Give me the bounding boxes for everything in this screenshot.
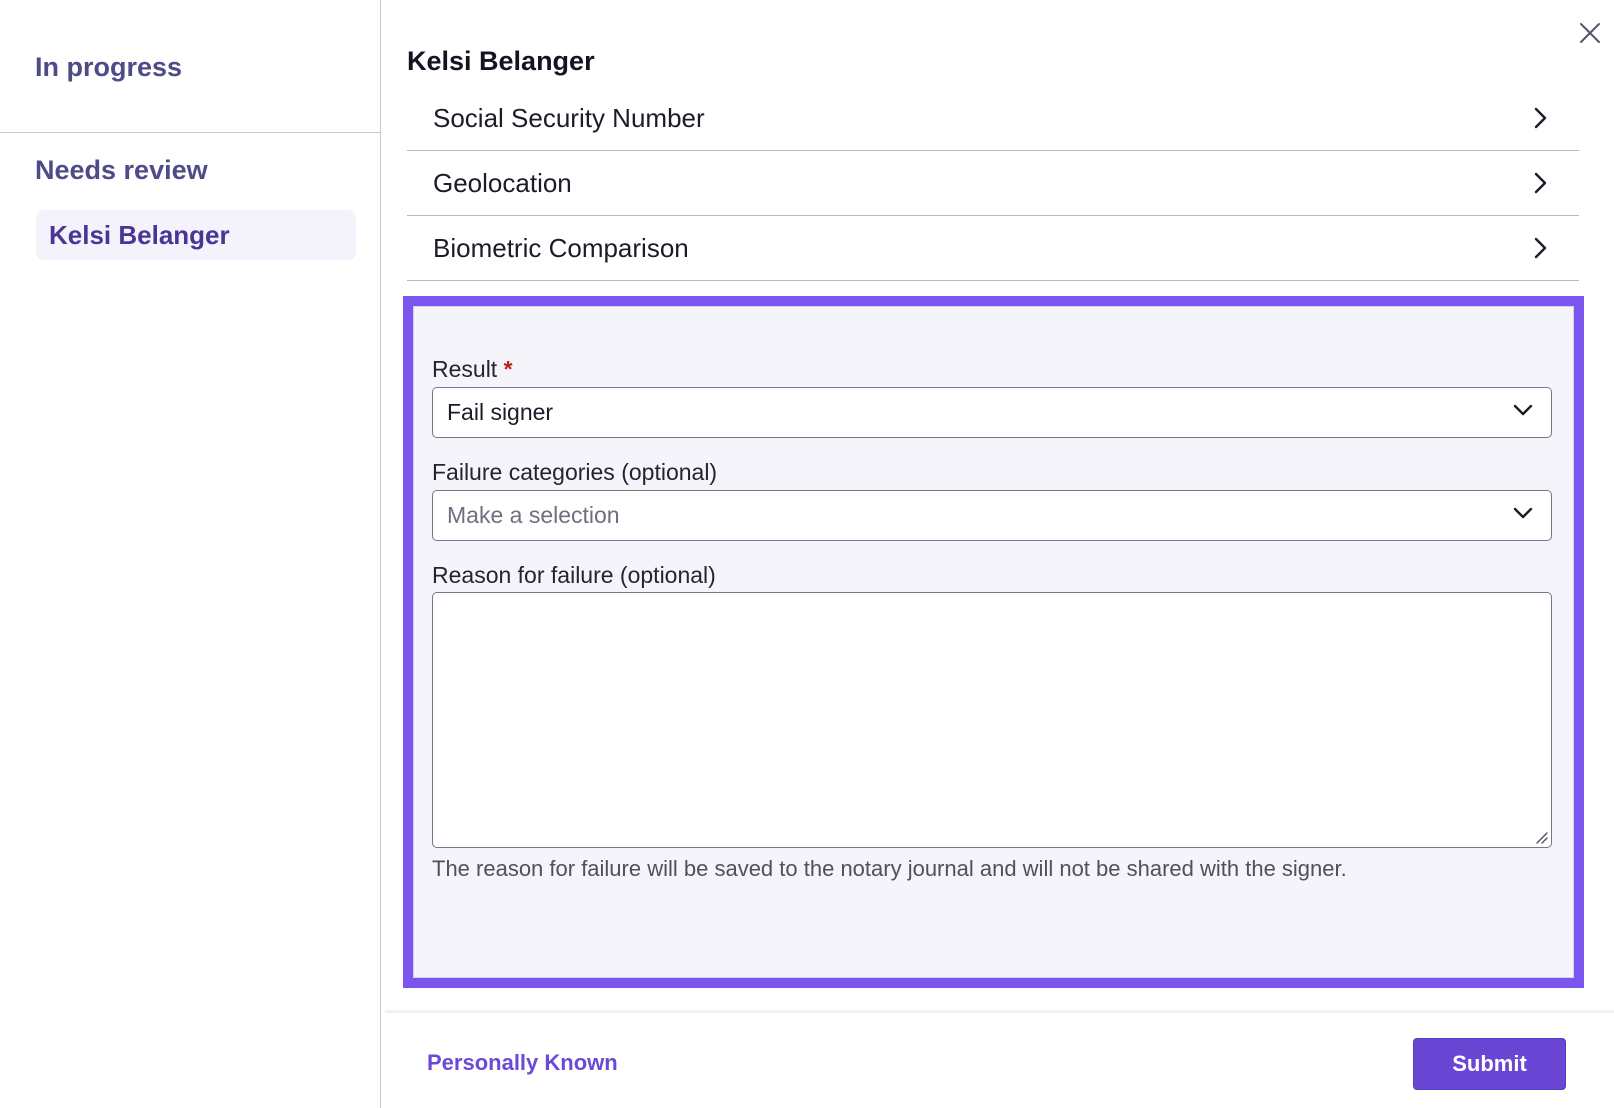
result-label: Result * — [432, 356, 513, 383]
sidebar: In progress Needs review Kelsi Belanger — [0, 0, 381, 1108]
verification-sections: Social Security Number Geolocation Biome… — [407, 86, 1579, 281]
result-select-value: Fail signer — [447, 399, 554, 425]
personally-known-link[interactable]: Personally Known — [427, 1050, 618, 1076]
submit-button[interactable]: Submit — [1413, 1038, 1566, 1090]
close-button[interactable] — [1574, 17, 1606, 49]
result-select[interactable]: Fail signer — [432, 387, 1552, 438]
failure-categories-select[interactable]: Make a selection — [432, 490, 1552, 541]
section-biometric-comparison[interactable]: Biometric Comparison — [407, 216, 1579, 281]
reason-label: Reason for failure (optional) — [432, 562, 716, 588]
page-title: Kelsi Belanger — [407, 46, 595, 76]
review-form-inner: Result * Fail signer Failure categories … — [413, 306, 1574, 978]
section-social-security-number[interactable]: Social Security Number — [407, 86, 1579, 151]
resize-grip-icon[interactable] — [1533, 829, 1549, 845]
section-label: Geolocation — [433, 167, 572, 198]
chevron-down-icon — [1513, 506, 1533, 525]
chevron-down-icon — [1513, 403, 1533, 422]
reason-help-text: The reason for failure will be saved to … — [432, 856, 1347, 881]
reason-textarea[interactable] — [432, 592, 1552, 848]
chevron-right-icon — [1529, 107, 1551, 129]
chevron-right-icon — [1529, 172, 1551, 194]
footer-divider — [385, 1010, 1614, 1013]
failure-categories-placeholder: Make a selection — [447, 502, 620, 528]
section-label: Social Security Number — [433, 102, 705, 133]
result-label-text: Result — [432, 356, 498, 382]
sidebar-divider — [0, 132, 381, 133]
sidebar-heading-needs-review[interactable]: Needs review — [35, 155, 208, 186]
sidebar-item-label: Kelsi Belanger — [49, 219, 230, 250]
sidebar-item-kelsi-belanger[interactable]: Kelsi Belanger — [36, 210, 356, 260]
failure-categories-label: Failure categories (optional) — [432, 459, 718, 485]
chevron-right-icon — [1529, 237, 1551, 259]
required-marker: * — [503, 356, 513, 382]
sidebar-heading-in-progress[interactable]: In progress — [35, 52, 182, 83]
review-form: Result * Fail signer Failure categories … — [403, 296, 1584, 988]
section-geolocation[interactable]: Geolocation — [407, 151, 1579, 216]
section-label: Biometric Comparison — [433, 232, 689, 263]
close-icon — [1580, 23, 1600, 43]
